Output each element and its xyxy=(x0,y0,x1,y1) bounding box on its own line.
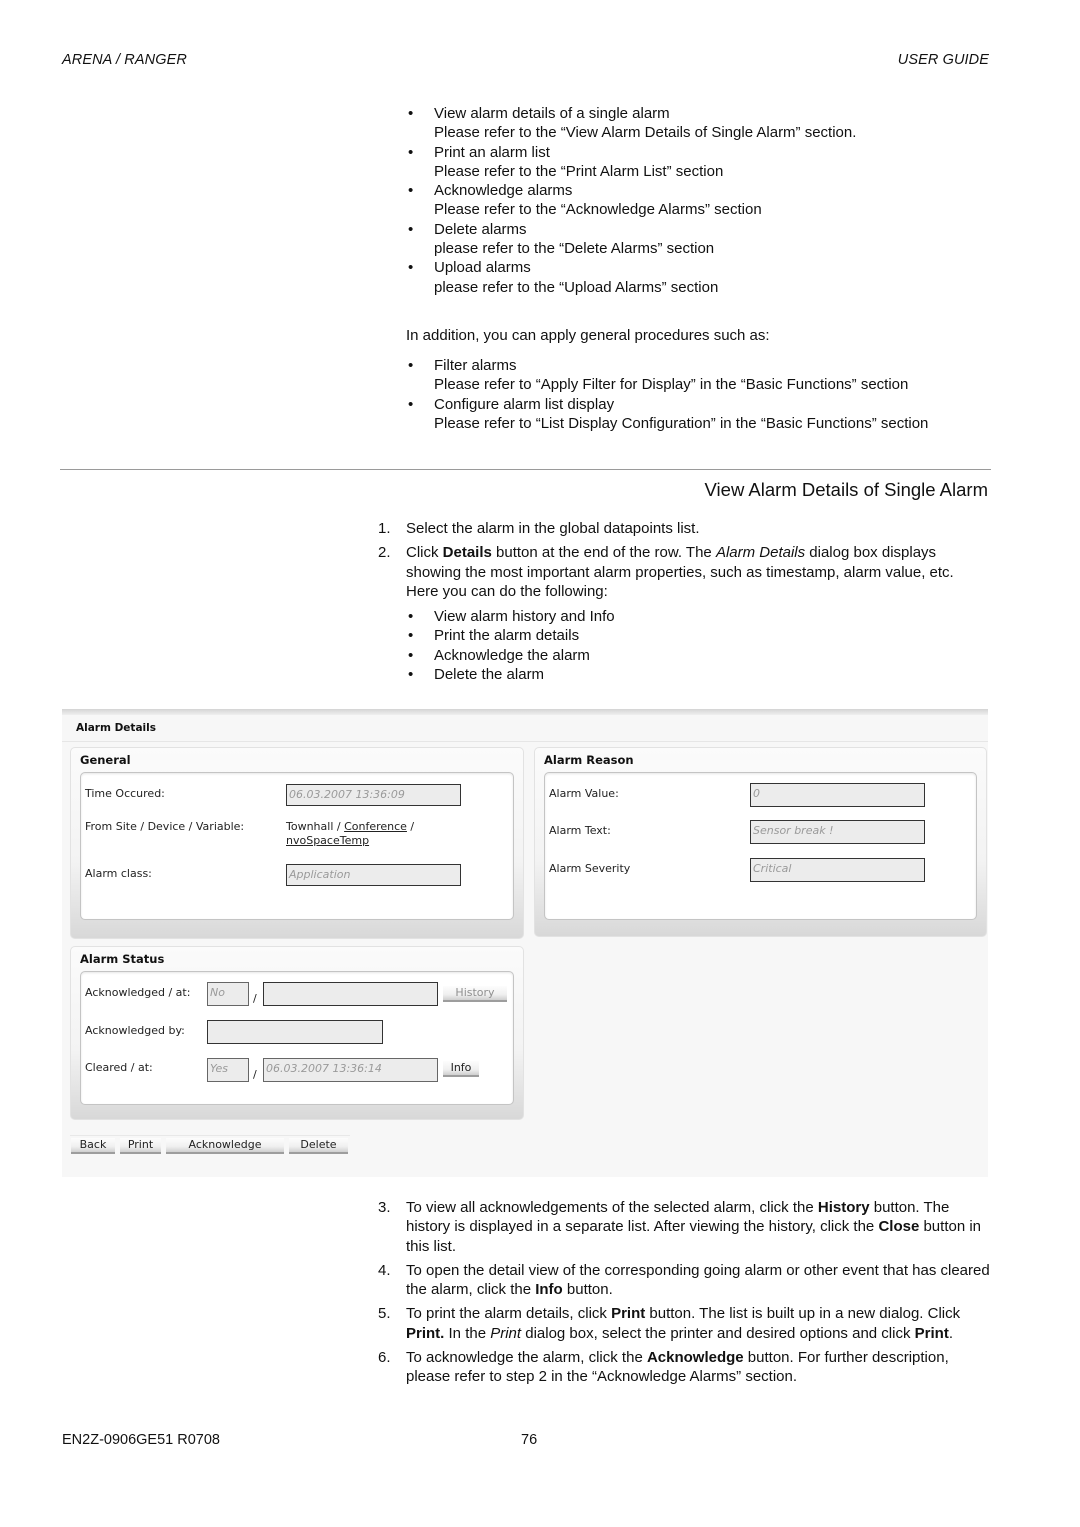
source-value: Townhall / Conference / nvoSpaceTemp xyxy=(286,820,415,847)
bullet-icon: • xyxy=(408,182,414,200)
bullet-icon: • xyxy=(408,220,414,238)
alarm-class-field[interactable]: Application xyxy=(286,864,461,886)
delete-button[interactable]: Delete xyxy=(289,1138,348,1154)
alarm-text-field[interactable]: Sensor break ! xyxy=(750,820,925,844)
list-item-ref: please refer to the “Delete Alarms” sect… xyxy=(434,240,715,258)
cleared-field[interactable]: Yes xyxy=(207,1058,249,1082)
alarm-class-label: Alarm class: xyxy=(85,867,152,880)
dialog-title: Alarm Details xyxy=(76,722,156,734)
steps-after: 3. To view all acknowledgements of the se… xyxy=(378,1198,990,1392)
section-divider xyxy=(60,469,991,470)
list-item: • Print the alarm details xyxy=(408,627,580,645)
button-row-separator xyxy=(70,1135,350,1136)
step-5: 5. To print the alarm details, click Prin… xyxy=(378,1305,961,1342)
section-title: View Alarm Details of Single Alarm xyxy=(704,479,988,500)
alarm-reason-panel-title: Alarm Reason xyxy=(544,753,634,767)
alarm-status-panel-body: Acknowledged / at: No / History Acknowle… xyxy=(80,971,514,1105)
page-number: 76 xyxy=(521,1432,538,1448)
alarm-severity-field[interactable]: Critical xyxy=(750,858,925,882)
bullet-icon: • xyxy=(408,666,414,684)
general-intro: In addition, you can apply general proce… xyxy=(406,327,770,344)
info-button[interactable]: Info xyxy=(443,1061,479,1077)
list-item-ref: Please refer to the “Print Alarm List” s… xyxy=(434,162,724,180)
general-panel-body: Time Occured: 06.03.2007 13:36:09 From S… xyxy=(80,772,514,920)
bullet-icon: • xyxy=(408,259,414,277)
bullet-icon: • xyxy=(408,357,414,374)
alarm-reason-panel: Alarm Reason Alarm Value: 0 Alarm Text: … xyxy=(534,747,987,937)
step-1: 1. Select the alarm in the global datapoi… xyxy=(378,520,700,537)
acknowledged-at-field[interactable] xyxy=(263,982,438,1006)
step-3: 3. To view all acknowledgements of the se… xyxy=(378,1199,982,1255)
step-2-bullets: • View alarm history and Info • Print the … xyxy=(406,607,990,684)
bullet-icon: • xyxy=(408,646,414,664)
list-item-ref: Please refer to the “Acknowledge Alarms”… xyxy=(434,201,762,219)
time-occured-field[interactable]: 06.03.2007 13:36:09 xyxy=(286,784,461,806)
time-occured-label: Time Occured: xyxy=(85,787,165,800)
source-label: From Site / Device / Variable: xyxy=(85,820,245,833)
title-separator xyxy=(62,741,988,742)
list-item: • View alarm history and Info xyxy=(408,608,615,626)
back-button[interactable]: Back xyxy=(71,1138,115,1154)
general-panel-title: General xyxy=(80,753,131,767)
acknowledged-by-label: Acknowledged by: xyxy=(85,1024,185,1037)
step-6: 6. To acknowledge the alarm, click the Ac… xyxy=(378,1349,949,1386)
acknowledged-at-label: Acknowledged / at: xyxy=(85,986,191,999)
alarm-reason-panel-body: Alarm Value: 0 Alarm Text: Sensor break … xyxy=(544,772,977,920)
list-item: • Acknowledge the alarm xyxy=(408,646,590,664)
slash-separator: / xyxy=(253,1068,257,1081)
list-item: • View alarm details of a single alarm xyxy=(408,105,670,122)
slash-separator: / xyxy=(253,992,257,1005)
acknowledged-field[interactable]: No xyxy=(207,982,249,1006)
alarm-status-panel: Alarm Status Acknowledged / at: No / His… xyxy=(70,946,524,1120)
variable-link[interactable]: nvoSpaceTemp xyxy=(286,834,369,847)
bullet-icon: • xyxy=(408,143,414,161)
list-item-ref: please refer to the “Upload Alarms” sect… xyxy=(434,278,719,296)
alarm-status-panel-title: Alarm Status xyxy=(80,952,165,966)
list-item-ref: Please refer to “Apply Filter for Displa… xyxy=(434,376,909,394)
alarm-text-label: Alarm Text: xyxy=(549,824,611,837)
list-item: • Upload alarms xyxy=(408,259,531,277)
alarm-severity-label: Alarm Severity xyxy=(549,862,631,875)
print-button[interactable]: Print xyxy=(120,1138,161,1154)
document-id: EN2Z-0906GE51 R0708 xyxy=(62,1432,220,1448)
site-name: Townhall xyxy=(286,820,334,833)
list-item: • Delete alarms xyxy=(408,220,527,238)
general-panel: General Time Occured: 06.03.2007 13:36:0… xyxy=(70,747,524,939)
list-item: • Print an alarm list xyxy=(408,143,550,161)
general-list: • Filter alarms Please refer to “Apply Fi… xyxy=(406,356,996,433)
running-header-title: ARENA / RANGER xyxy=(62,52,187,68)
list-item-ref: Please refer to the “View Alarm Details … xyxy=(434,124,857,142)
list-item-ref: Please refer to “List Display Configurat… xyxy=(434,414,929,432)
running-header-guide: USER GUIDE xyxy=(897,52,989,68)
dialog-top-bar xyxy=(62,709,988,715)
alarm-value-field[interactable]: 0 xyxy=(750,783,925,807)
device-link[interactable]: Conference xyxy=(344,820,407,833)
bullet-icon: • xyxy=(408,395,414,413)
history-button[interactable]: History xyxy=(443,986,507,1002)
intro-list: • View alarm details of a single alarm Pl… xyxy=(406,104,996,297)
list-item: • Filter alarms xyxy=(408,357,517,374)
cleared-at-field[interactable]: 06.03.2007 13:36:14 xyxy=(263,1058,438,1082)
alarm-value-label: Alarm Value: xyxy=(549,787,619,800)
acknowledge-button[interactable]: Acknowledge xyxy=(166,1138,284,1154)
step-4: 4. To open the detail view of the corresp… xyxy=(378,1261,990,1299)
cleared-at-label: Cleared / at: xyxy=(85,1061,153,1074)
bullet-icon: • xyxy=(408,105,414,122)
list-item: • Acknowledge alarms xyxy=(408,182,573,200)
list-item: • Delete the alarm xyxy=(408,666,545,684)
steps-before: 1. Select the alarm in the global datapoi… xyxy=(378,519,990,684)
step-2: 2. Click Details button at the end of the… xyxy=(378,544,954,600)
bullet-icon: • xyxy=(408,627,414,645)
alarm-details-dialog: Alarm Details General Time Occured: 06.0… xyxy=(62,709,988,1177)
list-item: • Configure alarm list display xyxy=(408,395,615,413)
bullet-icon: • xyxy=(408,608,414,626)
acknowledged-by-field[interactable] xyxy=(207,1020,383,1044)
